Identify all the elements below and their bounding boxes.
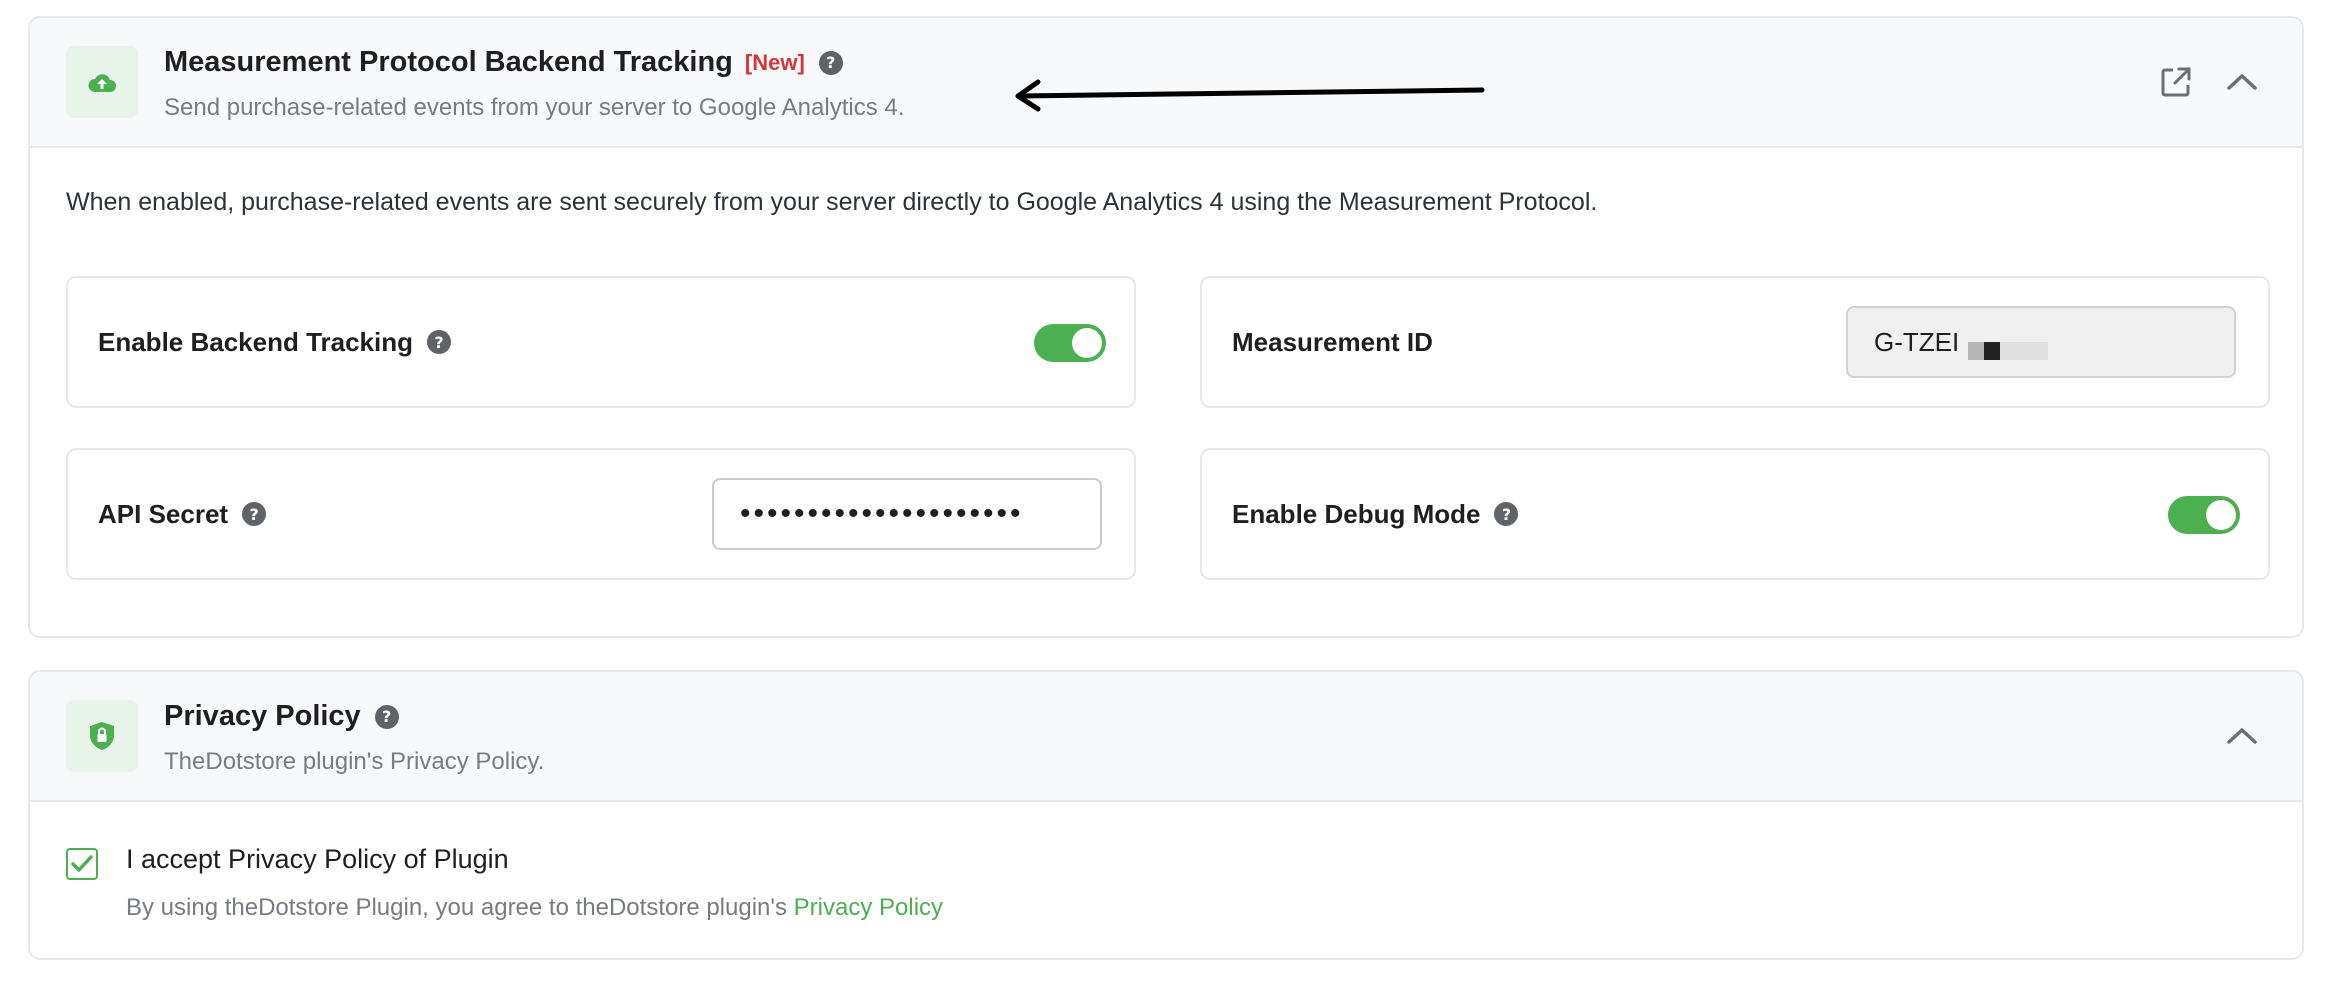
- enable-backend-tracking-field: Enable Backend Tracking ?: [66, 276, 1136, 408]
- question-circle-icon[interactable]: ?: [1494, 502, 1519, 526]
- privacy-policy-link[interactable]: Privacy Policy: [794, 894, 943, 921]
- enable-backend-tracking-label-row: Enable Backend Tracking ?: [98, 326, 452, 358]
- api-secret-field: API Secret ?: [66, 448, 1136, 580]
- measurement-protocol-header[interactable]: Measurement Protocol Backend Tracking [N…: [30, 18, 2302, 148]
- question-circle-icon[interactable]: ?: [427, 330, 452, 354]
- measurement-protocol-description: When enabled, purchase-related events ar…: [66, 188, 1598, 216]
- measurement-protocol-card: Measurement Protocol Backend Tracking [N…: [28, 16, 2304, 638]
- privacy-policy-title: Privacy Policy: [164, 700, 361, 732]
- measurement-id-input[interactable]: [1846, 306, 2236, 378]
- enable-backend-tracking-toggle[interactable]: [1034, 324, 1106, 362]
- privacy-policy-card: Privacy Policy ? TheDotstore plugin's Pr…: [28, 670, 2304, 960]
- chevron-up-icon[interactable]: [2222, 716, 2262, 756]
- cloud-upload-icon: [66, 46, 138, 118]
- arrow-left-icon: [1010, 76, 1490, 121]
- measurement-protocol-title: Measurement Protocol Backend Tracking: [164, 46, 733, 78]
- privacy-policy-title-row: Privacy Policy ?: [164, 700, 399, 733]
- privacy-note-text: By using theDotstore Plugin, you agree t…: [126, 894, 787, 921]
- external-link-icon[interactable]: [2156, 62, 2196, 102]
- enable-debug-mode-field: Enable Debug Mode ?: [1200, 448, 2270, 580]
- privacy-policy-subtitle: TheDotstore plugin's Privacy Policy.: [164, 748, 545, 775]
- measurement-id-field: Measurement ID: [1200, 276, 2270, 408]
- enable-debug-mode-toggle[interactable]: [2168, 496, 2240, 534]
- api-secret-label: API Secret: [98, 498, 229, 529]
- privacy-policy-actions: [2222, 716, 2262, 756]
- measurement-protocol-subtitle: Send purchase-related events from your s…: [164, 94, 905, 121]
- privacy-note: By using theDotstore Plugin, you agree t…: [126, 894, 943, 922]
- checkmark-icon: [71, 855, 93, 872]
- measurement-protocol-title-row: Measurement Protocol Backend Tracking [N…: [164, 46, 843, 79]
- question-circle-icon[interactable]: ?: [374, 704, 399, 729]
- api-secret-label-row: API Secret ?: [98, 498, 267, 530]
- question-circle-icon[interactable]: ?: [818, 50, 843, 75]
- toggle-knob: [2206, 500, 2236, 530]
- new-badge: [New]: [744, 49, 805, 75]
- privacy-accept-checkbox[interactable]: [66, 848, 98, 880]
- question-circle-icon[interactable]: ?: [242, 502, 267, 526]
- privacy-policy-header[interactable]: Privacy Policy ? TheDotstore plugin's Pr…: [30, 672, 2302, 802]
- shield-lock-icon: [66, 700, 138, 772]
- privacy-accept-label[interactable]: I accept Privacy Policy of Plugin: [126, 844, 509, 875]
- enable-debug-mode-label: Enable Debug Mode: [1232, 498, 1481, 529]
- measurement-id-label: Measurement ID: [1232, 326, 1433, 357]
- api-secret-input[interactable]: [712, 478, 1102, 550]
- enable-backend-tracking-label: Enable Backend Tracking: [98, 326, 414, 357]
- toggle-knob: [1072, 328, 1102, 358]
- measurement-protocol-actions: [2156, 62, 2262, 102]
- chevron-up-icon[interactable]: [2222, 62, 2262, 102]
- enable-debug-mode-label-row: Enable Debug Mode ?: [1232, 498, 1519, 530]
